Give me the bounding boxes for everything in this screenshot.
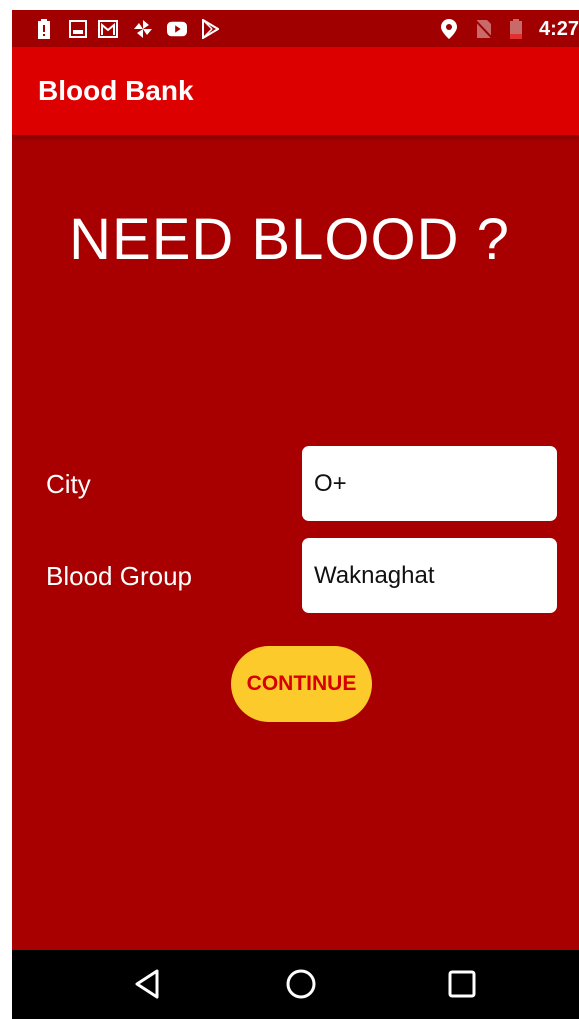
youtube-icon [167,19,187,39]
blood-group-input[interactable] [302,538,557,613]
image-icon [68,19,88,39]
location-icon [439,19,459,39]
no-sim-icon [474,19,494,39]
app-screen: 4:27 Blood Bank NEED BLOOD ? City Blood … [12,10,579,1019]
continue-button[interactable]: CONTINUE [231,646,372,722]
back-icon[interactable] [127,964,167,1004]
status-time: 4:27 [538,18,579,40]
app-title: Blood Bank [38,75,194,106]
gmail-icon [98,19,118,39]
status-bar: 4:27 [12,10,579,47]
home-icon[interactable] [281,964,321,1004]
play-store-icon [200,19,220,39]
page-headline: NEED BLOOD ? [69,207,510,272]
navigation-bar [12,950,579,1019]
city-label: City [46,469,91,499]
alert-icon [34,19,54,39]
pinwheel-icon [133,19,153,39]
battery-icon [506,19,526,39]
city-input[interactable] [302,446,557,521]
app-bar: Blood Bank [12,47,579,135]
recents-icon[interactable] [442,964,482,1004]
blood-group-label: Blood Group [46,561,192,591]
